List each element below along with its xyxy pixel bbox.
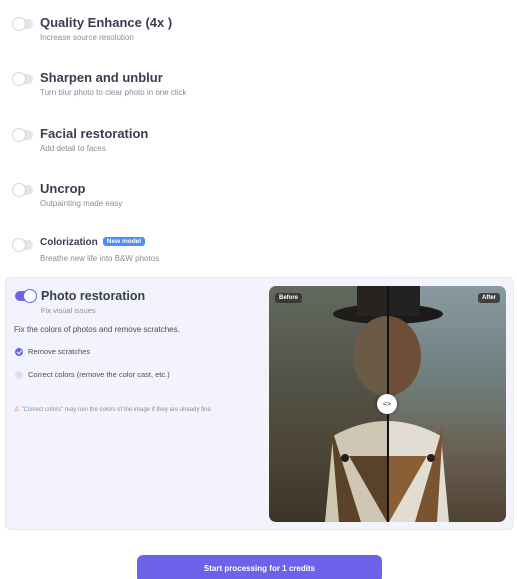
uncrop-toggle[interactable] [13,184,33,196]
toggle-knob [13,73,25,85]
before-portrait [325,286,449,522]
compare-handle-icon[interactable]: <> [377,394,397,414]
colorization-toggle[interactable] [13,239,33,251]
before-after-preview[interactable]: <> Before After [269,286,506,522]
option-title: Facial restoration [40,126,149,141]
correct-colors-label[interactable]: Correct colors (remove the color cast, e… [28,370,170,379]
option-subtitle: Turn blur photo to clear photo in one cl… [40,88,187,97]
option-subtitle: Outpainting made easy [40,199,123,208]
toggle-knob [24,290,36,302]
before-image [269,286,449,522]
toggle-knob [13,18,25,30]
remove-scratches-checkbox[interactable] [15,348,23,356]
panel-description: Fix the colors of photos and remove scra… [14,325,180,334]
after-label: After [477,293,500,303]
panel-subtitle: Fix visual issues [41,306,96,315]
option-title: Sharpen and unblur [40,70,163,85]
correct-colors-checkbox[interactable] [15,371,23,379]
option-facial-restoration: Facial restoration Add detail to faces [12,126,505,174]
panel-title: Photo restoration [41,289,146,303]
toggle-knob [13,129,25,141]
option-title: Quality Enhance (4x ) [40,15,173,30]
toggle-knob [13,184,25,196]
photo-restoration-panel: Photo restoration Fix visual issues Fix … [5,277,514,530]
before-label: Before [275,293,303,303]
remove-scratches-label[interactable]: Remove scratches [28,347,90,356]
warning-icon: ⚠ [14,406,20,413]
option-quality-enhance: Quality Enhance (4x ) Increase source re… [12,15,505,63]
option-uncrop: Uncrop Outpainting made easy [12,181,505,229]
option-subtitle: Add detail to faces [40,144,106,153]
new-model-badge: New model [102,237,146,246]
facial-restoration-toggle[interactable] [13,129,33,141]
option-title-text: Colorization [40,237,98,248]
option-title: Uncrop [40,181,86,196]
option-title: Colorization New model [40,237,146,248]
photo-restoration-toggle[interactable] [15,290,36,302]
warning-text: "Correct colors" may ruin the colors of … [21,407,211,413]
option-subtitle: Breathe new life into B&W photos [40,254,160,263]
after-image [325,286,506,522]
sharpen-toggle[interactable] [13,73,33,85]
quality-enhance-toggle[interactable] [13,18,33,30]
start-processing-button[interactable]: Start processing for 1 credits [137,555,382,579]
option-sharpen: Sharpen and unblur Turn blur photo to cl… [12,70,505,118]
warning-note: ⚠ "Correct colors" may ruin the colors o… [14,405,211,413]
after-portrait [325,286,449,522]
option-subtitle: Increase source resolution [40,33,134,42]
toggle-knob [13,239,25,251]
